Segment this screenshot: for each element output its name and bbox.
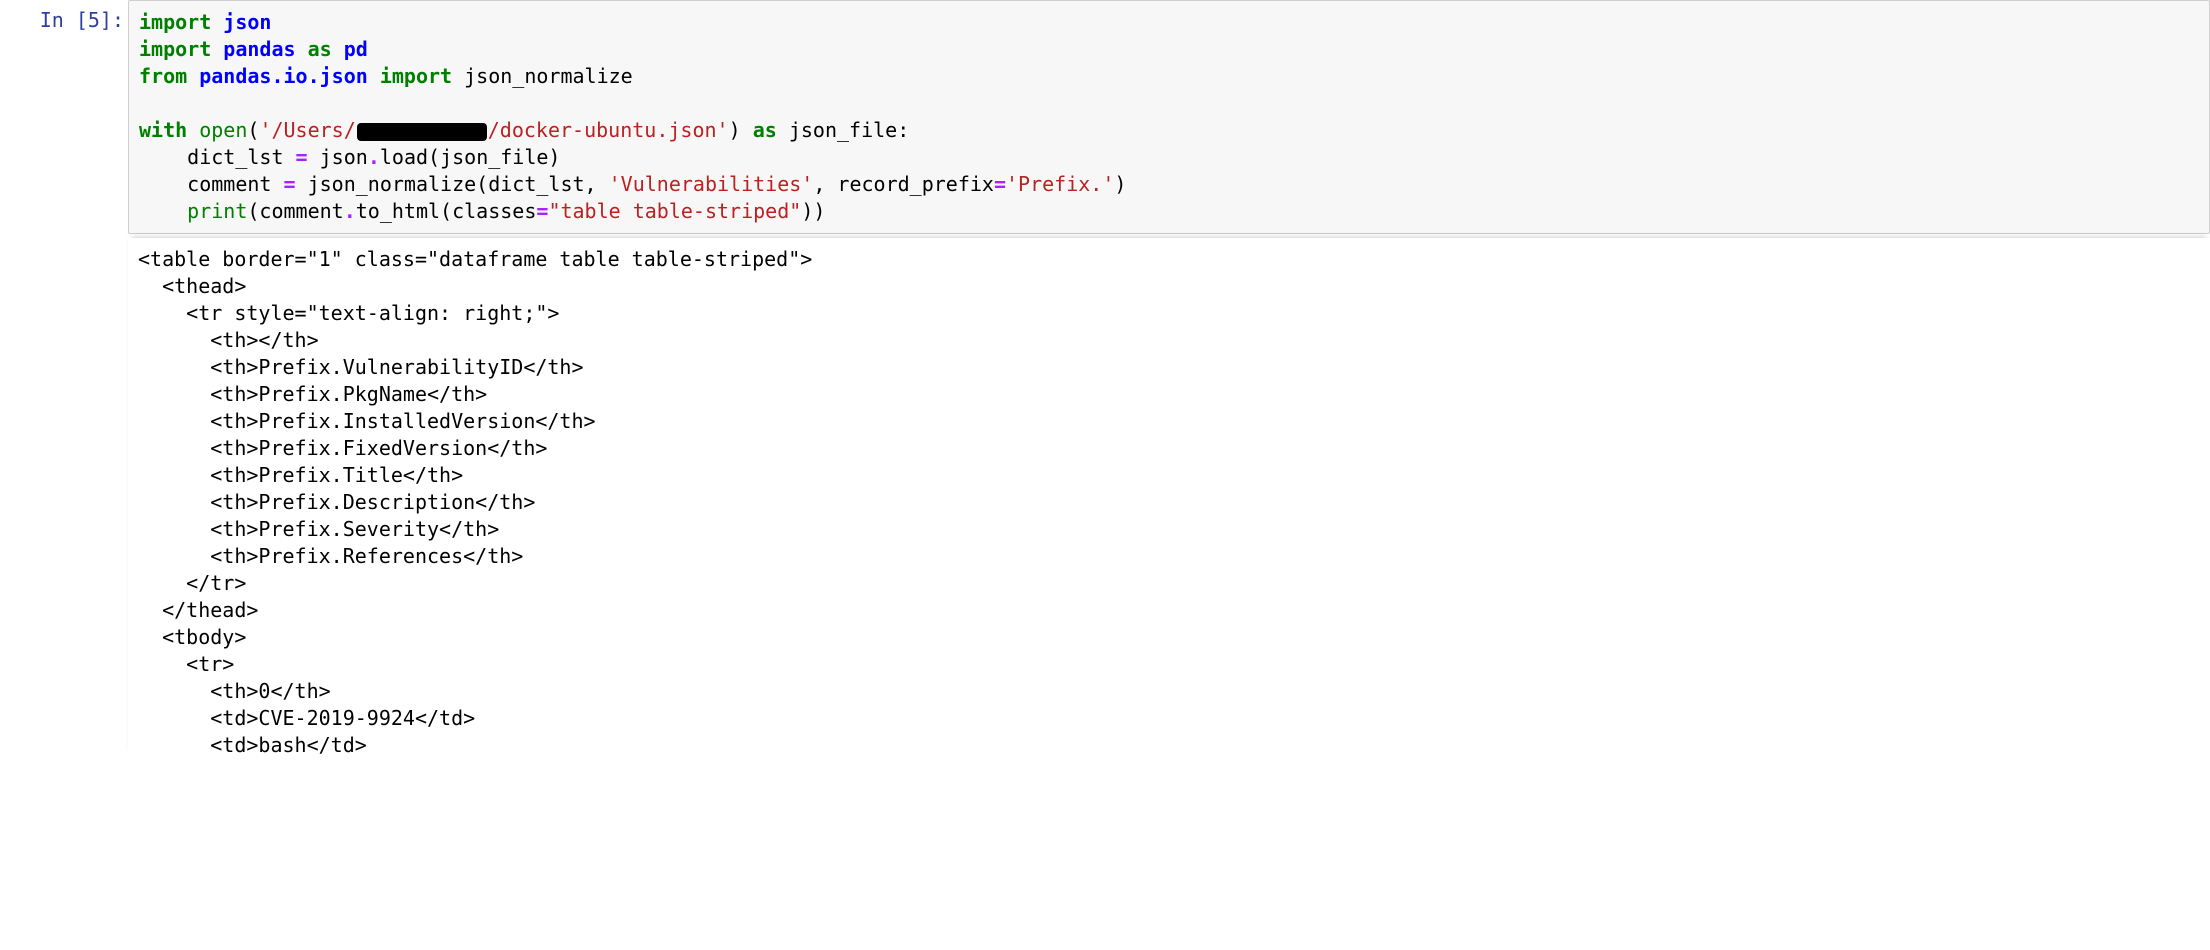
fn-open: open (199, 118, 247, 142)
code-text: )) (801, 199, 825, 223)
fn-print: print (187, 199, 247, 223)
keyword-import: import (139, 37, 211, 61)
input-prompt: In [5]: (0, 0, 128, 234)
keyword-as: as (308, 37, 332, 61)
module-pandas-io-json: pandas.io.json (199, 64, 368, 88)
operator-dot: . (368, 145, 380, 169)
output-cell: <table border="1" class="dataframe table… (0, 234, 2210, 759)
operator-eq: = (994, 172, 1006, 196)
code-text: load(json_file) (380, 145, 561, 169)
string-vuln: 'Vulnerabilities' (609, 172, 814, 196)
keyword-import: import (139, 10, 211, 34)
name-json-normalize: json_normalize (464, 64, 633, 88)
output-prompt (0, 234, 128, 759)
code-text: comment (139, 172, 284, 196)
code-text: json_normalize(dict_lst, (296, 172, 609, 196)
string-classes: "table table-striped" (548, 199, 801, 223)
code-text: ) (1114, 172, 1126, 196)
keyword-import: import (380, 64, 452, 88)
name-json-file: json_file: (789, 118, 909, 142)
operator-eq: = (284, 172, 296, 196)
module-json: json (223, 10, 271, 34)
code-text (139, 199, 187, 223)
code-text: (comment (247, 199, 343, 223)
operator-eq: = (296, 145, 308, 169)
code-text: dict_lst (139, 145, 296, 169)
alias-pd: pd (344, 37, 368, 61)
keyword-with: with (139, 118, 187, 142)
keyword-from: from (139, 64, 187, 88)
code-text: to_html(classes (356, 199, 537, 223)
operator-dot: . (344, 199, 356, 223)
string-prefix: 'Prefix.' (1006, 172, 1114, 196)
operator-eq: = (536, 199, 548, 223)
keyword-as: as (753, 118, 777, 142)
redacted-username (357, 123, 487, 141)
string-path-pre: '/Users/ (259, 118, 355, 142)
stdout-output[interactable]: <table border="1" class="dataframe table… (128, 238, 2210, 759)
module-pandas: pandas (223, 37, 295, 61)
input-cell: In [5]: import json import pandas as pd … (0, 0, 2210, 234)
code-text: , record_prefix (813, 172, 994, 196)
code-text: json (308, 145, 368, 169)
string-path-post: /docker-ubuntu.json' (488, 118, 729, 142)
code-input[interactable]: import json import pandas as pd from pan… (128, 0, 2210, 234)
